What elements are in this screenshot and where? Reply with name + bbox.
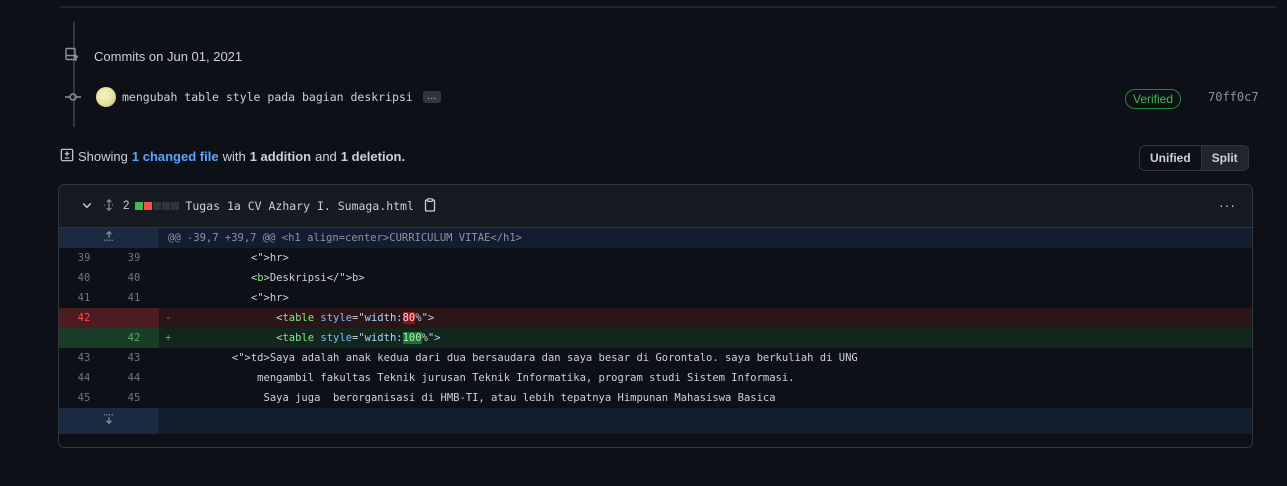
- old-line-number[interactable]: 39: [59, 248, 109, 268]
- old-line-number[interactable]: 40: [59, 268, 109, 288]
- split-view-button[interactable]: Split: [1200, 146, 1248, 170]
- new-line-number[interactable]: 40: [109, 268, 159, 288]
- new-line-number[interactable]: 44: [109, 368, 159, 388]
- summary-prefix: Showing: [78, 149, 128, 164]
- line-text: mengambil fakultas Teknik jurusan Teknik…: [175, 372, 795, 384]
- line-text: <">td>Saya adalah anak kedua dari dua be…: [175, 352, 858, 364]
- commits-group-header: Commits on Jun 01, 2021: [64, 46, 242, 66]
- line-content: mengambil fakultas Teknik jurusan Teknik…: [159, 368, 1252, 388]
- line-content: Saya juga berorganisasi di HMB-TI, atau …: [159, 388, 1252, 408]
- line-text: <b>Deskripsi</">b>: [175, 272, 365, 284]
- added-highlight: 100: [402, 332, 422, 344]
- commit-node-icon: [64, 88, 82, 106]
- line-content: <b>Deskripsi</">b>: [159, 268, 1252, 288]
- deleted-highlight: 80: [402, 312, 416, 324]
- old-line-number[interactable]: 41: [59, 288, 109, 308]
- file-diff-icon: [60, 148, 74, 165]
- file-diff: 2 Tugas 1a CV Azhary I. Sumaga.html ··· …: [58, 184, 1253, 448]
- line-content: <">td>Saya adalah anak kedua dari dua be…: [159, 348, 1252, 368]
- timeline-line: [73, 22, 75, 127]
- diff-line: 45 45 Saya juga berorganisasi di HMB-TI,…: [59, 388, 1252, 408]
- new-line-number[interactable]: 42: [109, 328, 159, 348]
- commits-date-heading: Commits on Jun 01, 2021: [94, 48, 243, 64]
- line-content: <">hr>: [159, 248, 1252, 268]
- expand-commit-button[interactable]: …: [422, 91, 441, 103]
- summary-with: with: [222, 149, 246, 164]
- added-line: 42 + <table style="width:100%">: [59, 328, 1252, 348]
- old-line-number[interactable]: [59, 328, 109, 348]
- diff-line: 40 40 <b>Deskripsi</">b>: [59, 268, 1252, 288]
- line-text: <table style="width:: [175, 312, 403, 324]
- line-text: Saya juga berorganisasi di HMB-TI, atau …: [175, 392, 776, 404]
- line-content: + <table style="width:100%">: [159, 328, 1252, 348]
- expand-up-icon[interactable]: [59, 228, 158, 248]
- hunk-footer-row: [59, 408, 1252, 434]
- line-content: <">hr>: [159, 288, 1252, 308]
- new-line-number[interactable]: 39: [109, 248, 159, 268]
- line-text-end: %">: [421, 332, 441, 344]
- diff-line: 39 39 <">hr>: [59, 248, 1252, 268]
- hunk-header-row: @@ -39,7 +39,7 @@ <h1 align=center>CURRI…: [59, 228, 1252, 248]
- diff-line: 44 44 mengambil fakultas Teknik jurusan …: [59, 368, 1252, 388]
- commit-message-link[interactable]: mengubah table style pada bagian deskrip…: [122, 90, 413, 104]
- file-name-link[interactable]: Tugas 1a CV Azhary I. Sumaga.html: [185, 199, 413, 213]
- diff-sign: -: [165, 312, 172, 324]
- diff-sign: +: [165, 332, 172, 344]
- hunk-footer: [158, 408, 1252, 434]
- old-line-number[interactable]: 43: [59, 348, 109, 368]
- copy-icon[interactable]: [424, 197, 436, 215]
- additions-count: 1 addition: [249, 149, 312, 164]
- author-avatar[interactable]: [96, 87, 116, 107]
- commit-item: mengubah table style pada bagian deskrip…: [64, 86, 1264, 108]
- changed-files-link[interactable]: 1 changed file: [132, 149, 219, 164]
- new-line-number[interactable]: 43: [109, 348, 159, 368]
- verified-badge[interactable]: Verified: [1125, 89, 1182, 109]
- hunk-header: @@ -39,7 +39,7 @@ <h1 align=center>CURRI…: [158, 228, 1252, 248]
- expand-all-icon[interactable]: [103, 198, 115, 215]
- new-line-number[interactable]: [109, 308, 159, 328]
- diff-line: 41 41 <">hr>: [59, 288, 1252, 308]
- file-header: 2 Tugas 1a CV Azhary I. Sumaga.html ···: [59, 185, 1252, 228]
- new-line-number[interactable]: 45: [109, 388, 159, 408]
- diff-line: 43 43 <">td>Saya adalah anak kedua dari …: [59, 348, 1252, 368]
- deletions-count: 1 deletion.: [340, 149, 406, 164]
- diff-summary: Showing 1 changed file with 1 addition a…: [60, 148, 405, 165]
- old-line-number[interactable]: 44: [59, 368, 109, 388]
- top-divider: [60, 6, 1276, 8]
- kebab-menu-icon[interactable]: ···: [1219, 197, 1236, 213]
- line-text: <">hr>: [175, 292, 289, 304]
- commit-sha-link[interactable]: 70ff0c7: [1208, 90, 1259, 104]
- line-text-end: %">: [415, 312, 435, 324]
- diffstat-bar: [135, 202, 180, 210]
- diff-view-toggle: Unified Split: [1139, 145, 1249, 171]
- expand-down-icon[interactable]: [59, 408, 158, 434]
- line-text: <table style="width:: [175, 332, 403, 344]
- chevron-down-icon[interactable]: [81, 199, 93, 214]
- summary-and: and: [315, 149, 337, 164]
- old-line-number[interactable]: 45: [59, 388, 109, 408]
- line-content: - <table style="width:80%">: [159, 308, 1252, 328]
- unified-view-button[interactable]: Unified: [1140, 146, 1201, 170]
- old-line-number[interactable]: 42: [59, 308, 109, 328]
- new-line-number[interactable]: 41: [109, 288, 159, 308]
- change-count: 2: [123, 200, 130, 212]
- git-commit-group-icon: [64, 47, 80, 66]
- deleted-line: 42 - <table style="width:80%">: [59, 308, 1252, 328]
- line-text: <">hr>: [175, 252, 289, 264]
